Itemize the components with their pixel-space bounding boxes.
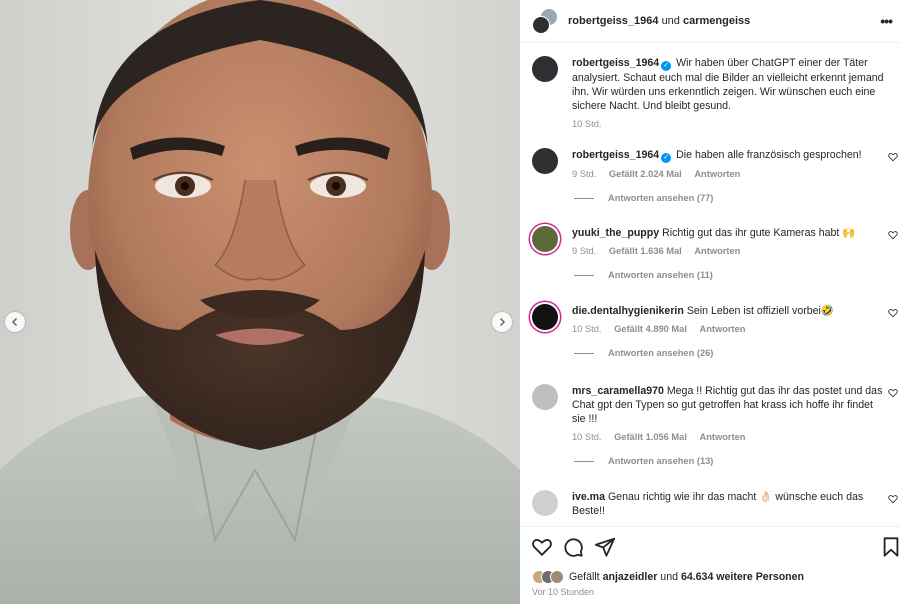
author-link[interactable]: robertgeiss_1964 [568, 15, 659, 27]
comment-likes[interactable]: Gefällt 4.890 Mal [614, 324, 687, 334]
authors-connector: und [661, 15, 680, 27]
comment-content: mrs_caramella970 Mega !! Richtig gut das… [572, 384, 884, 426]
view-replies-button[interactable]: Antworten ansehen (77) [574, 193, 884, 203]
post-header: robertgeiss_1964 und carmengeiss ••• [520, 0, 900, 43]
comment-content: ive.ma Genau richtig wie ihr das macht 👌… [572, 490, 884, 518]
view-replies-label: Antworten ansehen (11) [608, 270, 713, 280]
comment-username[interactable]: yuuki_the_puppy [572, 227, 659, 239]
comment-meta: 9 Std. Gefällt 1.636 Mal Antworten [572, 246, 884, 256]
previous-image-button[interactable] [5, 312, 25, 332]
view-replies-button[interactable]: Antworten ansehen (26) [574, 348, 884, 358]
reply-button[interactable]: Antworten [694, 169, 740, 179]
comment-meta: 10 Std. Gefällt 1.056 Mal Antworten [572, 432, 884, 442]
view-replies-label: Antworten ansehen (77) [608, 193, 714, 203]
comment-time: 9 Std. [572, 246, 597, 256]
heart-icon[interactable] [531, 536, 553, 558]
comment-username[interactable]: die.dentalhygienikerin [572, 305, 684, 317]
post-image [0, 0, 520, 604]
bookmark-icon[interactable] [880, 536, 900, 558]
likes-connector: und [660, 571, 678, 583]
comments-list[interactable]: robertgeiss_1964 ✓ Wir haben über ChatGPT… [520, 44, 900, 526]
liker-username[interactable]: anjazeidler [603, 571, 658, 583]
comment-text: Die haben alle französisch gesprochen! [676, 149, 862, 161]
comment-content: yuuki_the_puppy Richtig gut das ihr gute… [572, 226, 884, 240]
post-actions: Gefällt anjazeidler und 64.634 weitere P… [520, 526, 900, 604]
comment-username[interactable]: robertgeiss_1964 [572, 57, 659, 69]
heart-outline-icon[interactable] [888, 494, 898, 504]
reply-button[interactable]: Antworten [700, 432, 746, 442]
heart-outline-icon[interactable] [888, 308, 898, 318]
comment-content: robertgeiss_1964 ✓ Die haben alle französ… [572, 148, 884, 163]
comment-time: 10 Std. [572, 119, 602, 129]
more-horizontal-icon[interactable]: ••• [880, 13, 893, 29]
comment-likes[interactable]: Gefällt 1.636 Mal [609, 246, 682, 256]
avatar[interactable] [532, 148, 558, 174]
chevron-left-icon [11, 317, 18, 327]
comment-time: 9 Std. [572, 169, 597, 179]
avatar[interactable] [532, 56, 558, 82]
comment-text: Sein Leben ist offiziell vorbei🤣 [686, 305, 835, 317]
next-image-button[interactable] [492, 312, 512, 332]
comment-text: Genau richtig wie ihr das macht 👌🏻 wünsc… [572, 491, 864, 517]
coauthor-link[interactable]: carmengeiss [683, 15, 750, 27]
comment-username[interactable]: ive.ma [572, 491, 605, 503]
chevron-right-icon [499, 317, 506, 327]
verified-badge-icon: ✓ [661, 61, 672, 71]
view-replies-button[interactable]: Antworten ansehen (13) [574, 456, 884, 466]
comment-meta: 9 Std. Gefällt 2.024 Mal Antworten [572, 169, 884, 179]
comment-item: yuuki_the_puppy Richtig gut das ihr gute… [532, 226, 898, 280]
portrait-photo [0, 0, 520, 604]
comment-item: robertgeiss_1964 ✓ Die haben alle französ… [532, 148, 898, 203]
reply-button[interactable]: Antworten [700, 324, 746, 334]
view-replies-label: Antworten ansehen (13) [608, 456, 714, 466]
heart-outline-icon[interactable] [888, 388, 898, 398]
view-replies-button[interactable]: Antworten ansehen (11) [574, 270, 884, 280]
comment-content: die.dentalhygienikerin Sein Leben ist of… [572, 304, 884, 318]
avatar[interactable] [532, 226, 558, 252]
post-sidebar: robertgeiss_1964 und carmengeiss ••• rob… [520, 0, 900, 604]
comment-likes[interactable]: Gefällt 2.024 Mal [609, 169, 682, 179]
likes-summary[interactable]: Gefällt anjazeidler und 64.634 weitere P… [532, 570, 804, 584]
post-timestamp[interactable]: Vor 10 Stunden [532, 587, 594, 597]
comment-time: 10 Std. [572, 324, 602, 334]
comment-meta: 10 Std. [572, 119, 884, 129]
share-icon[interactable] [594, 536, 616, 558]
comment-text: Richtig gut das ihr gute Kameras habt 🙌 [662, 227, 856, 239]
comment-username[interactable]: mrs_caramella970 [572, 385, 664, 397]
comment-item: die.dentalhygienikerin Sein Leben ist of… [532, 304, 898, 358]
reply-button[interactable]: Antworten [694, 246, 740, 256]
comment-likes[interactable]: Gefällt 1.056 Mal [614, 432, 687, 442]
likes-count[interactable]: 64.634 weitere Personen [681, 571, 804, 583]
avatar[interactable] [532, 304, 558, 330]
view-replies-label: Antworten ansehen (26) [608, 348, 714, 358]
comment-time: 10 Std. [572, 432, 602, 442]
avatar[interactable] [532, 490, 558, 516]
likes-text: Gefällt anjazeidler und 64.634 weitere P… [569, 571, 804, 583]
heart-outline-icon[interactable] [888, 152, 898, 162]
verified-badge-icon: ✓ [661, 153, 672, 163]
comment-username[interactable]: robertgeiss_1964 [572, 149, 659, 161]
avatar [532, 16, 550, 34]
likes-prefix: Gefällt [569, 571, 600, 583]
post-authors: robertgeiss_1964 und carmengeiss [568, 15, 750, 27]
avatar [550, 570, 564, 584]
caption-text: robertgeiss_1964 ✓ Wir haben über ChatGPT… [572, 56, 884, 113]
comment-item: ive.ma Genau richtig wie ihr das macht 👌… [532, 490, 898, 518]
caption: robertgeiss_1964 ✓ Wir haben über ChatGPT… [532, 56, 884, 129]
heart-outline-icon[interactable] [888, 230, 898, 240]
comment-icon[interactable] [562, 536, 584, 558]
collab-avatars[interactable] [532, 8, 558, 34]
avatar[interactable] [532, 384, 558, 410]
comment-item: mrs_caramella970 Mega !! Richtig gut das… [532, 384, 898, 466]
comment-meta: 10 Std. Gefällt 4.890 Mal Antworten [572, 324, 884, 334]
